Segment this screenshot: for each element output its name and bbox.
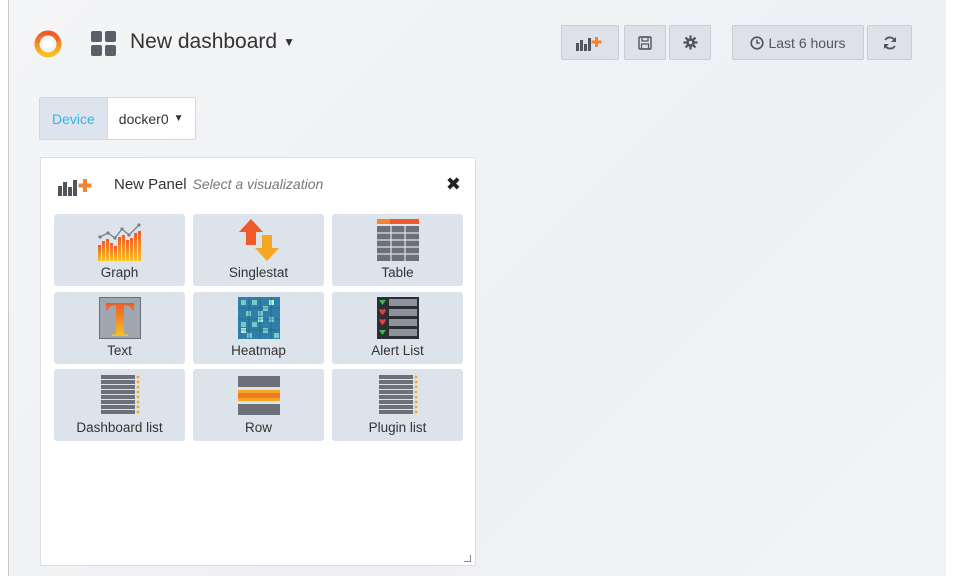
viz-label: Heatmap (231, 343, 286, 358)
gear-icon (682, 35, 698, 50)
variable-value-dropdown[interactable]: docker0 ▼ (108, 98, 195, 139)
text-icon (98, 297, 141, 339)
add-panel-icon (576, 36, 602, 51)
add-panel-button[interactable] (561, 25, 619, 60)
dashboards-grid-icon[interactable] (91, 31, 117, 57)
viz-label: Graph (100, 265, 139, 280)
navbar: New dashboard ▼ Last 6 hours (9, 0, 946, 86)
variable-label: Device (40, 98, 108, 139)
new-panel: New Panel Select a visualization ✖ Graph… (40, 157, 476, 566)
viz-text[interactable]: Text (54, 292, 185, 364)
plugin-list-icon (378, 375, 417, 414)
table-icon (376, 219, 419, 261)
close-icon[interactable]: ✖ (446, 174, 461, 195)
viz-label: Dashboard list (76, 420, 163, 435)
save-icon (638, 35, 652, 50)
variable-value: docker0 (118, 110, 169, 127)
dashboard-canvas: New dashboard ▼ Last 6 hours Device dock… (8, 0, 946, 576)
time-range-label: Last 6 hours (768, 34, 846, 51)
refresh-button[interactable] (867, 25, 912, 60)
template-variable-device: Device docker0 ▼ (39, 97, 196, 140)
panel-subtitle: Select a visualization (192, 176, 324, 192)
grafana-logo-icon[interactable] (33, 28, 63, 58)
panel-header: New Panel Select a visualization ✖ (58, 174, 461, 198)
clock-icon (750, 35, 765, 50)
viz-label: Plugin list (368, 420, 427, 435)
resize-handle[interactable] (464, 555, 471, 562)
viz-singlestat[interactable]: Singlestat (193, 214, 324, 286)
heatmap-icon (237, 297, 280, 339)
singlestat-icon (238, 219, 279, 261)
viz-label: Table (381, 265, 414, 280)
dashboard-list-icon (100, 375, 139, 414)
viz-label: Text (107, 343, 132, 358)
panel-title: New Panel Select a visualization (114, 176, 323, 193)
dashboard-title: New dashboard (130, 30, 278, 53)
viz-label: Singlestat (228, 265, 289, 280)
viz-label: Row (244, 420, 272, 435)
caret-down-icon: ▼ (283, 35, 295, 50)
add-panel-icon (58, 179, 92, 196)
viz-heatmap[interactable]: Heatmap (193, 292, 324, 364)
dashboard-settings-button[interactable] (669, 25, 711, 60)
dashboard-title-dropdown[interactable]: New dashboard ▼ (130, 30, 295, 54)
viz-table[interactable]: Table (332, 214, 463, 286)
viz-alert-list[interactable]: Alert List (332, 292, 463, 364)
viz-label: Alert List (371, 343, 424, 358)
time-picker-button[interactable]: Last 6 hours (732, 25, 864, 60)
row-icon (237, 376, 280, 415)
graph-icon (97, 223, 141, 261)
viz-graph[interactable]: Graph (54, 214, 185, 286)
viz-row[interactable]: Row (193, 369, 324, 441)
panel-title-text: New Panel (114, 176, 187, 193)
viz-dashboard-list[interactable]: Dashboard list (54, 369, 185, 441)
alert-list-icon (376, 297, 419, 339)
viz-plugin-list[interactable]: Plugin list (332, 369, 463, 441)
refresh-icon (883, 36, 896, 49)
caret-down-icon: ▼ (173, 113, 184, 124)
save-dashboard-button[interactable] (624, 25, 666, 60)
